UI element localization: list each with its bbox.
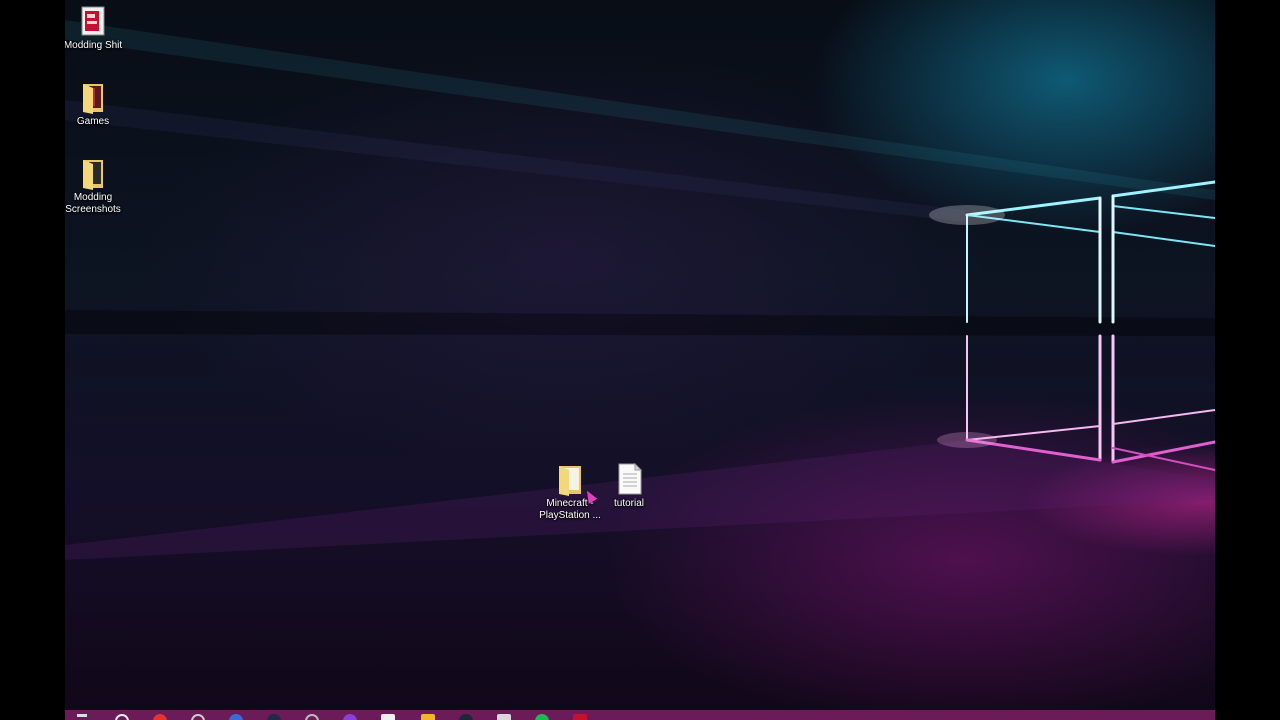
notepad-icon[interactable] xyxy=(497,714,511,720)
spotify-icon[interactable] xyxy=(535,714,549,720)
task-view-icon[interactable] xyxy=(191,714,205,720)
store-icon[interactable] xyxy=(381,714,395,720)
wallpaper xyxy=(65,20,1215,560)
folder-icon xyxy=(77,80,109,114)
desktop[interactable]: Modding Shit Games Modding Screenshots M… xyxy=(65,0,1215,710)
desktop-icon-label: Games xyxy=(76,116,110,127)
winrar-icon[interactable] xyxy=(573,714,587,720)
firefox-icon[interactable] xyxy=(343,714,357,720)
search-icon[interactable] xyxy=(115,714,129,720)
cortana-icon[interactable] xyxy=(305,714,319,720)
desktop-icon-tutorial[interactable]: tutorial xyxy=(589,462,669,510)
letterbox-left xyxy=(0,0,65,720)
folder-icon xyxy=(554,462,586,496)
desktop-icon-modding-shit[interactable]: Modding Shit xyxy=(65,4,133,52)
text-document-icon xyxy=(613,462,645,496)
desktop-icon-label: tutorial xyxy=(613,498,644,509)
desktop-icon-modding-screenshots[interactable]: Modding Screenshots xyxy=(65,156,133,216)
letterbox-right xyxy=(1215,0,1280,720)
steam-icon[interactable] xyxy=(459,714,473,720)
chrome-icon[interactable] xyxy=(229,714,243,720)
desktop-icon-label: Modding Screenshots xyxy=(65,192,121,215)
file-explorer-icon[interactable] xyxy=(421,714,435,720)
edge-icon[interactable] xyxy=(267,714,281,720)
winrar-archive-icon xyxy=(77,4,109,38)
taskbar[interactable] xyxy=(65,710,1215,720)
desktop-icon-label: Modding Shit xyxy=(65,40,123,51)
desktop-icon-games[interactable]: Games xyxy=(65,80,133,128)
start-icon[interactable] xyxy=(77,714,87,717)
folder-icon xyxy=(77,156,109,190)
opera-icon[interactable] xyxy=(153,714,167,720)
